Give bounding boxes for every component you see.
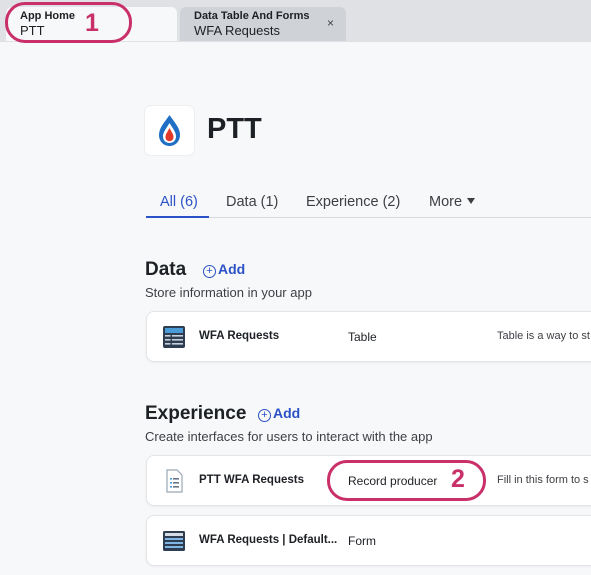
item-description: Fill in this form to s <box>497 474 589 486</box>
item-name: PTT WFA Requests <box>199 474 304 486</box>
filter-tabs-divider <box>146 217 591 218</box>
add-label: Add <box>218 261 246 277</box>
filter-tab-selected-indicator <box>146 216 209 218</box>
filter-tab-more-label: More <box>429 194 463 210</box>
close-icon[interactable]: × <box>327 16 334 30</box>
annotation-number-1: 1 <box>85 9 99 37</box>
tab-title: Data Table And Forms <box>194 10 310 22</box>
ptt-flame-logo-icon <box>159 115 180 146</box>
filter-tab-all[interactable]: All (6) <box>160 194 198 210</box>
experience-add-button[interactable]: + Add <box>258 405 300 422</box>
caret-down-icon <box>467 198 476 204</box>
data-add-button[interactable]: + Add <box>203 261 245 278</box>
plus-circle-icon: + <box>258 409 271 422</box>
table-icon <box>163 326 185 348</box>
experience-item-card[interactable]: WFA Requests | Default... Form <box>146 515 591 566</box>
item-type: Table <box>348 330 377 344</box>
filter-tab-experience[interactable]: Experience (2) <box>306 194 400 210</box>
filter-tab-more[interactable]: More <box>429 194 476 210</box>
record-producer-icon <box>166 469 183 493</box>
experience-section-title: Experience <box>145 403 247 424</box>
data-section-title: Data <box>145 259 187 280</box>
tab-subtitle: WFA Requests <box>194 23 280 38</box>
filter-tab-data[interactable]: Data (1) <box>226 194 278 210</box>
item-type: Form <box>348 534 376 548</box>
app-logo <box>145 106 194 155</box>
annotation-number-2: 2 <box>451 465 465 493</box>
annotation-ring-1 <box>5 2 132 43</box>
item-description: Table is a way to st <box>497 330 590 342</box>
plus-circle-icon: + <box>203 265 216 278</box>
form-icon <box>163 531 185 551</box>
item-name: WFA Requests | Default... <box>199 534 338 546</box>
data-section-subtitle: Store information in your app <box>145 285 312 300</box>
add-label: Add <box>273 405 301 421</box>
app-title: PTT <box>207 113 262 145</box>
item-name: WFA Requests <box>199 330 280 342</box>
experience-section-subtitle: Create interfaces for users to interact … <box>145 429 433 444</box>
tab-data-table-and-forms[interactable]: Data Table And Forms WFA Requests × <box>180 7 346 41</box>
data-item-card[interactable]: WFA Requests Table Table is a way to st <box>146 311 591 362</box>
